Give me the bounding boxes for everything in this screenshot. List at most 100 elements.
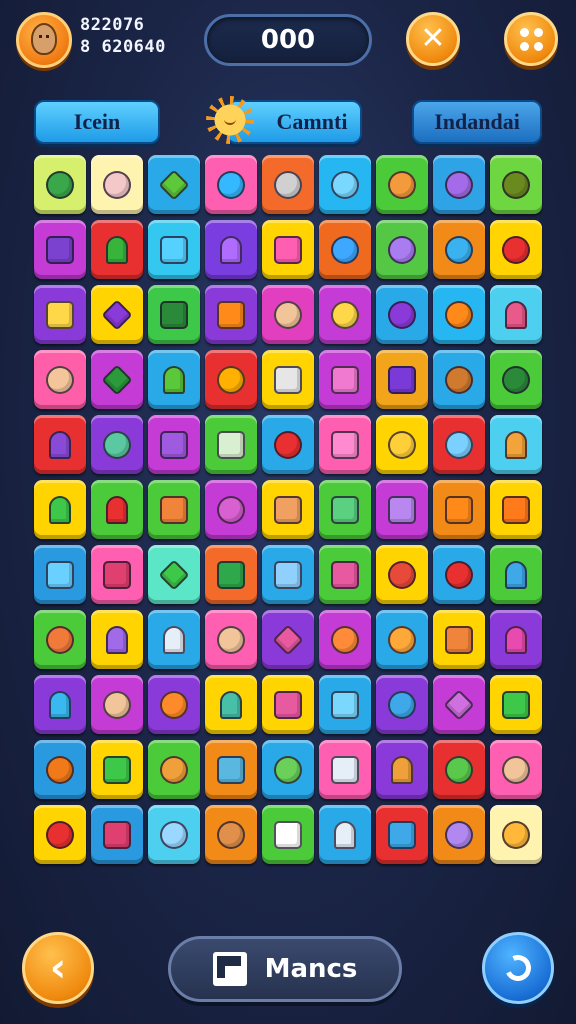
board-tile[interactable]	[490, 545, 542, 604]
board-tile[interactable]	[205, 285, 257, 344]
board-tile[interactable]	[376, 740, 428, 799]
board-tile[interactable]	[376, 805, 428, 864]
board-tile[interactable]	[148, 805, 200, 864]
board-tile[interactable]	[205, 350, 257, 409]
board-tile[interactable]	[262, 740, 314, 799]
board-tile[interactable]	[148, 415, 200, 474]
board-tile[interactable]	[262, 610, 314, 669]
board-tile[interactable]	[34, 740, 86, 799]
board-tile[interactable]	[376, 480, 428, 539]
board-tile[interactable]	[319, 480, 371, 539]
board-tile[interactable]	[34, 155, 86, 214]
board-tile[interactable]	[490, 805, 542, 864]
board-tile[interactable]	[262, 805, 314, 864]
board-tile[interactable]	[148, 740, 200, 799]
board-tile[interactable]	[490, 610, 542, 669]
board-tile[interactable]	[34, 545, 86, 604]
board-tile[interactable]	[91, 610, 143, 669]
board-tile[interactable]	[319, 805, 371, 864]
board-tile[interactable]	[262, 285, 314, 344]
board-tile[interactable]	[91, 155, 143, 214]
board-tile[interactable]	[205, 220, 257, 279]
menu-button[interactable]	[504, 12, 558, 66]
board-tile[interactable]	[148, 220, 200, 279]
board-tile[interactable]	[148, 350, 200, 409]
board-tile[interactable]	[34, 415, 86, 474]
tab-icein[interactable]: Icein	[34, 100, 160, 144]
board-tile[interactable]	[319, 155, 371, 214]
board-tile[interactable]	[34, 675, 86, 734]
board-tile[interactable]	[205, 805, 257, 864]
board-tile[interactable]	[433, 740, 485, 799]
board-tile[interactable]	[319, 285, 371, 344]
board-tile[interactable]	[34, 220, 86, 279]
board-tile[interactable]	[262, 220, 314, 279]
board-tile[interactable]	[376, 350, 428, 409]
board-tile[interactable]	[262, 350, 314, 409]
board-tile[interactable]	[490, 480, 542, 539]
board-tile[interactable]	[490, 220, 542, 279]
board-tile[interactable]	[433, 480, 485, 539]
board-tile[interactable]	[376, 610, 428, 669]
board-tile[interactable]	[91, 220, 143, 279]
tab-indandai[interactable]: Indandai	[412, 100, 542, 144]
refresh-button[interactable]	[482, 932, 554, 1004]
board-tile[interactable]	[205, 155, 257, 214]
board-tile[interactable]	[319, 545, 371, 604]
close-button[interactable]: ✕	[406, 12, 460, 66]
board-tile[interactable]	[91, 480, 143, 539]
board-tile[interactable]	[148, 285, 200, 344]
board-tile[interactable]	[433, 675, 485, 734]
board-tile[interactable]	[376, 220, 428, 279]
board-tile[interactable]	[148, 610, 200, 669]
board-tile[interactable]	[433, 220, 485, 279]
board-tile[interactable]	[205, 415, 257, 474]
board-tile[interactable]	[433, 805, 485, 864]
board-tile[interactable]	[319, 740, 371, 799]
board-tile[interactable]	[490, 740, 542, 799]
board-tile[interactable]	[34, 480, 86, 539]
board-tile[interactable]	[319, 350, 371, 409]
board-tile[interactable]	[205, 740, 257, 799]
back-button[interactable]: ‹	[22, 932, 94, 1004]
board-tile[interactable]	[34, 805, 86, 864]
board-tile[interactable]	[262, 545, 314, 604]
board-tile[interactable]	[34, 350, 86, 409]
board-tile[interactable]	[34, 610, 86, 669]
board-tile[interactable]	[319, 610, 371, 669]
board-tile[interactable]	[205, 610, 257, 669]
board-tile[interactable]	[319, 220, 371, 279]
board-tile[interactable]	[91, 675, 143, 734]
board-tile[interactable]	[34, 285, 86, 344]
board-tile[interactable]	[262, 675, 314, 734]
board-tile[interactable]	[205, 675, 257, 734]
board-tile[interactable]	[433, 155, 485, 214]
board-tile[interactable]	[262, 415, 314, 474]
board-tile[interactable]	[433, 350, 485, 409]
board-tile[interactable]	[148, 155, 200, 214]
board-tile[interactable]	[376, 285, 428, 344]
board-tile[interactable]	[376, 155, 428, 214]
board-tile[interactable]	[91, 805, 143, 864]
board-tile[interactable]	[91, 415, 143, 474]
board-tile[interactable]	[433, 285, 485, 344]
board-tile[interactable]	[319, 675, 371, 734]
matches-button[interactable]: Mancs	[168, 936, 402, 1002]
board-tile[interactable]	[91, 545, 143, 604]
board-tile[interactable]	[376, 675, 428, 734]
board-tile[interactable]	[91, 740, 143, 799]
board-tile[interactable]	[433, 610, 485, 669]
board-tile[interactable]	[262, 480, 314, 539]
board-tile[interactable]	[148, 480, 200, 539]
board-tile[interactable]	[376, 415, 428, 474]
player-avatar[interactable]	[16, 12, 72, 68]
board-tile[interactable]	[490, 285, 542, 344]
board-tile[interactable]	[148, 545, 200, 604]
board-tile[interactable]	[262, 155, 314, 214]
board-tile[interactable]	[205, 545, 257, 604]
board-tile[interactable]	[376, 545, 428, 604]
board-tile[interactable]	[490, 155, 542, 214]
board-tile[interactable]	[319, 415, 371, 474]
board-tile[interactable]	[148, 675, 200, 734]
board-tile[interactable]	[490, 675, 542, 734]
